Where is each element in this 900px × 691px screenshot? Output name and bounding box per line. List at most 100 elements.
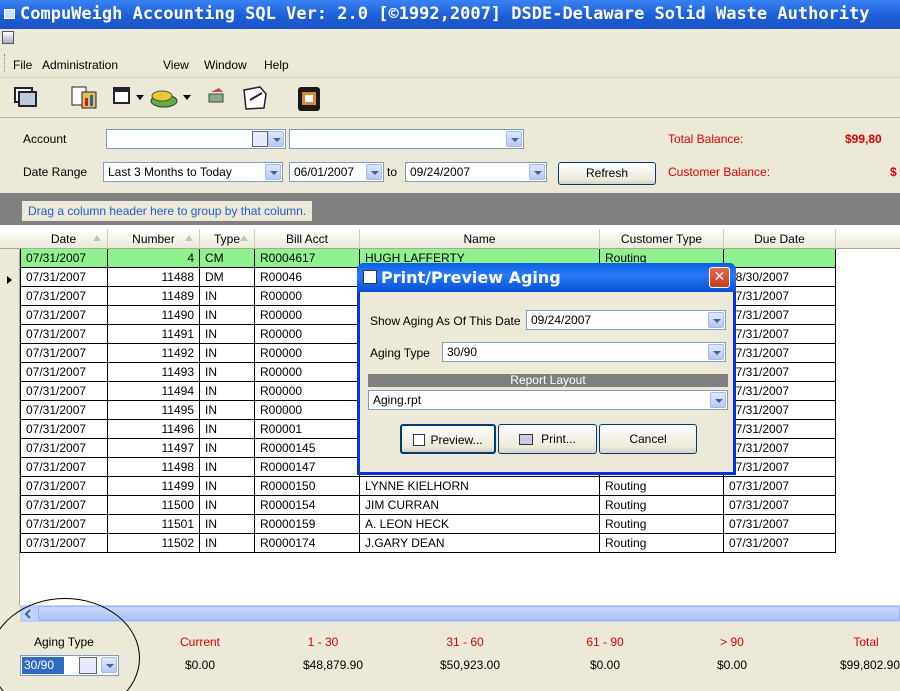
cell-due-date[interactable]: 07/31/2007 — [724, 420, 836, 439]
export-icon[interactable] — [240, 84, 270, 112]
cell-date[interactable]: 07/31/2007 — [20, 420, 108, 439]
cell-name[interactable]: LYNNE KIELHORN — [360, 477, 600, 496]
from-date-dropdown-icon[interactable] — [366, 164, 382, 180]
scroll-left-icon[interactable] — [21, 606, 36, 621]
column-header-due-date[interactable]: Due Date — [724, 229, 836, 249]
cell-type[interactable]: IN — [200, 287, 255, 306]
cell-due-date[interactable]: 07/31/2007 — [724, 325, 836, 344]
preview-button[interactable]: Preview... — [400, 424, 496, 454]
cell-bill-acct[interactable]: R00000 — [255, 325, 360, 344]
menu-help[interactable]: Help — [264, 58, 289, 72]
cell-type[interactable]: IN — [200, 439, 255, 458]
cell-date[interactable]: 07/31/2007 — [20, 458, 108, 477]
cell-bill-acct[interactable]: R0000147 — [255, 458, 360, 477]
date-range-select[interactable]: Last 3 Months to Today — [103, 162, 283, 182]
column-header-number[interactable]: Number — [108, 229, 200, 249]
to-date-picker[interactable]: 09/24/2007 — [405, 162, 547, 182]
cell-type[interactable]: IN — [200, 344, 255, 363]
dialog-titlebar[interactable]: Print/Preview Aging ✕ — [357, 263, 736, 292]
cell-bill-acct[interactable]: R0000154 — [255, 496, 360, 515]
cell-type[interactable]: CM — [200, 249, 255, 268]
cell-type[interactable]: IN — [200, 534, 255, 553]
cell-number[interactable]: 4 — [108, 249, 200, 268]
cell-number[interactable]: 11501 — [108, 515, 200, 534]
column-header-name[interactable]: Name — [360, 229, 600, 249]
dialog-aging-type-dropdown-icon[interactable] — [708, 344, 724, 360]
cell-date[interactable]: 07/31/2007 — [20, 382, 108, 401]
aging-type-dropdown-icon[interactable] — [101, 657, 117, 673]
group-by-area[interactable]: Drag a column header here to group by th… — [0, 193, 900, 225]
cell-due-date[interactable]: 07/31/2007 — [724, 344, 836, 363]
cell-bill-acct[interactable]: R00000 — [255, 401, 360, 420]
menu-administration[interactable]: Administration — [42, 58, 118, 72]
cell-due-date[interactable]: 07/31/2007 — [724, 439, 836, 458]
cell-name[interactable]: A. LEON HECK — [360, 515, 600, 534]
cell-number[interactable]: 11496 — [108, 420, 200, 439]
report-layout-select[interactable]: Aging.rpt — [368, 390, 728, 410]
cell-due-date[interactable]: 07/31/2007 — [724, 496, 836, 515]
cell-customer-type[interactable]: Routing — [600, 534, 724, 553]
table-row[interactable]: 07/31/2007 11499 IN R0000150 LYNNE KIELHORN R… — [20, 477, 900, 496]
cell-bill-acct[interactable]: R00000 — [255, 382, 360, 401]
window-titlebar[interactable]: CompuWeigh Accounting SQL Ver: 2.0 [©199… — [0, 0, 900, 29]
table-row[interactable]: 07/31/2007 11502 IN R0000174 J.GARY DEAN Rout… — [20, 534, 900, 553]
cell-bill-acct[interactable]: R0000174 — [255, 534, 360, 553]
cell-number[interactable]: 11498 — [108, 458, 200, 477]
cell-number[interactable]: 11502 — [108, 534, 200, 553]
lookup-icon-2[interactable] — [79, 657, 97, 674]
cell-bill-acct[interactable]: R00000 — [255, 363, 360, 382]
cell-due-date[interactable]: 07/31/2007 — [724, 382, 836, 401]
account-name-combo[interactable] — [289, 129, 524, 149]
cell-date[interactable]: 07/31/2007 — [20, 515, 108, 534]
cell-type[interactable]: IN — [200, 458, 255, 477]
show-aging-dropdown-icon[interactable] — [708, 312, 724, 328]
column-header-type[interactable]: Type — [200, 229, 255, 249]
cell-number[interactable]: 11499 — [108, 477, 200, 496]
table-row[interactable]: 07/31/2007 11500 IN R0000154 JIM CURRAN Routi… — [20, 496, 900, 515]
cell-type[interactable]: IN — [200, 496, 255, 515]
cell-date[interactable]: 07/31/2007 — [20, 268, 108, 287]
cell-date[interactable]: 07/31/2007 — [20, 344, 108, 363]
dropdown-arrow-icon[interactable] — [135, 84, 145, 112]
cell-number[interactable]: 11497 — [108, 439, 200, 458]
cell-due-date[interactable]: 07/31/2007 — [724, 401, 836, 420]
cell-date[interactable]: 07/31/2007 — [20, 325, 108, 344]
date-range-dropdown-icon[interactable] — [265, 164, 281, 180]
aging-type-select[interactable]: 30/90 — [20, 655, 119, 676]
cell-number[interactable]: 11495 — [108, 401, 200, 420]
cell-customer-type[interactable]: Routing — [600, 477, 724, 496]
menu-view[interactable]: View — [163, 58, 189, 72]
dropdown-arrow-icon-2[interactable] — [182, 84, 192, 112]
cell-date[interactable]: 07/31/2007 — [20, 306, 108, 325]
row-selector-column[interactable] — [0, 249, 20, 605]
refresh-button[interactable]: Refresh — [558, 162, 656, 185]
cell-type[interactable]: IN — [200, 477, 255, 496]
cell-due-date[interactable] — [724, 249, 836, 268]
cell-due-date[interactable]: 07/31/2007 — [724, 534, 836, 553]
menu-window[interactable]: Window — [204, 58, 247, 72]
cell-number[interactable]: 11492 — [108, 344, 200, 363]
cell-date[interactable]: 07/31/2007 — [20, 249, 108, 268]
to-date-dropdown-icon[interactable] — [529, 164, 545, 180]
cell-bill-acct[interactable]: R0000150 — [255, 477, 360, 496]
cell-name[interactable]: J.GARY DEAN — [360, 534, 600, 553]
account-lookup[interactable] — [250, 129, 286, 149]
cell-number[interactable]: 11491 — [108, 325, 200, 344]
cell-bill-acct[interactable]: R00046 — [255, 268, 360, 287]
cell-date[interactable]: 07/31/2007 — [20, 287, 108, 306]
cell-date[interactable]: 07/31/2007 — [20, 477, 108, 496]
cell-type[interactable]: IN — [200, 306, 255, 325]
cell-number[interactable]: 11488 — [108, 268, 200, 287]
dialog-aging-type-select[interactable]: 30/90 — [442, 342, 726, 362]
cell-date[interactable]: 07/31/2007 — [20, 534, 108, 553]
account-dropdown-icon[interactable] — [268, 131, 284, 147]
cell-due-date[interactable]: 08/30/2007 — [724, 268, 836, 287]
cell-date[interactable]: 07/31/2007 — [20, 496, 108, 515]
cell-number[interactable]: 11494 — [108, 382, 200, 401]
cell-due-date[interactable]: 07/31/2007 — [724, 287, 836, 306]
cell-bill-acct[interactable]: R0004617 — [255, 249, 360, 268]
cell-bill-acct[interactable]: R00000 — [255, 344, 360, 363]
reports-icon[interactable] — [70, 84, 100, 112]
cell-number[interactable]: 11489 — [108, 287, 200, 306]
cell-bill-acct[interactable]: R0000159 — [255, 515, 360, 534]
